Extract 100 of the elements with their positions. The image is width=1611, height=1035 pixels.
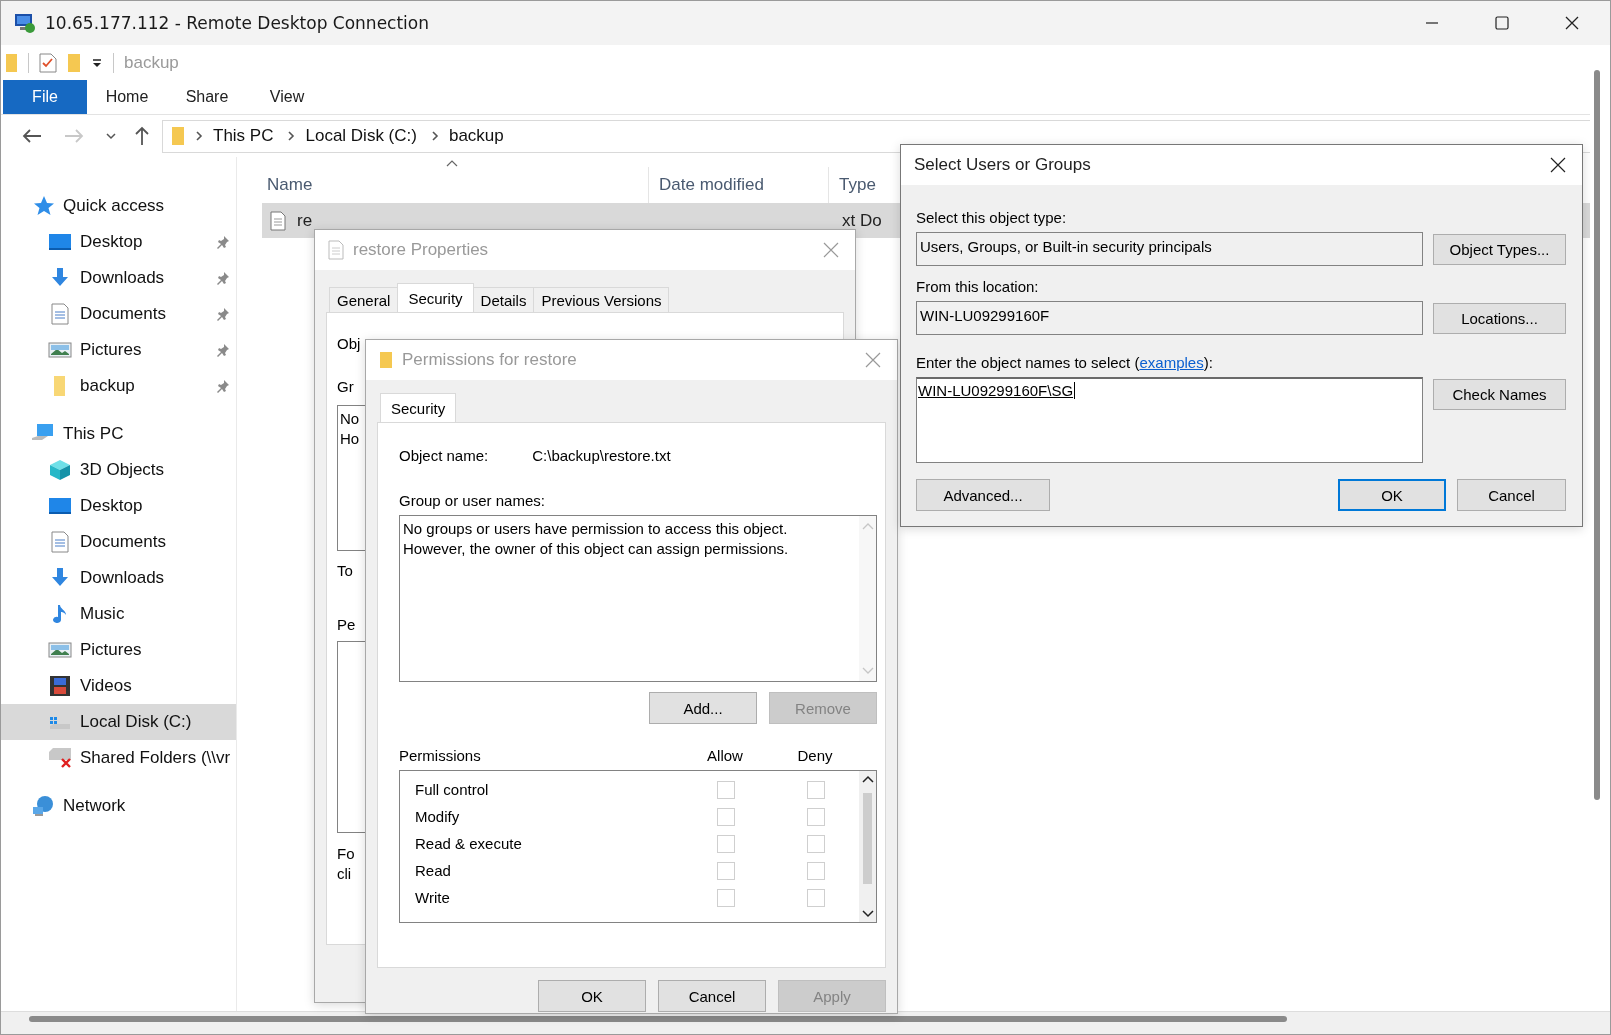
ribbon-tab[interactable]: View [247, 80, 327, 114]
pin-icon[interactable] [216, 343, 230, 357]
nav-item[interactable]: Shared Folders (\\vr [1, 740, 236, 776]
nav-item[interactable]: Downloads [1, 560, 236, 596]
network-icon [31, 795, 55, 817]
column-header: Allow [706, 747, 744, 764]
add-button[interactable]: Add... [649, 692, 757, 724]
maximize-icon[interactable] [1494, 15, 1510, 31]
disconnected-drive-icon [48, 747, 72, 769]
text-file-icon [328, 240, 344, 260]
nav-item[interactable]: Local Disk (C:) [1, 704, 236, 740]
field-label: Pe [337, 616, 356, 633]
tab[interactable]: Previous Versions [533, 287, 670, 312]
chevron-right-icon[interactable] [195, 130, 203, 142]
object-names-field[interactable]: WIN-LU09299160F\SG [916, 377, 1423, 463]
cancel-button[interactable]: Cancel [1457, 479, 1566, 511]
ribbon-tab[interactable]: Home [87, 80, 167, 114]
dialog-button[interactable]: Cancel [658, 980, 766, 1012]
ribbon-tab[interactable]: File [3, 80, 87, 114]
nav-item[interactable]: Network [1, 788, 236, 824]
scroll-up-icon[interactable] [861, 775, 874, 783]
field-label: Group or user names: [399, 492, 545, 509]
hint-text: To [337, 562, 353, 579]
allow-checkbox[interactable] [717, 780, 735, 799]
nav-item[interactable]: Quick access [1, 188, 236, 224]
nav-item[interactable]: Pictures [1, 632, 236, 668]
column-header: Permissions [399, 747, 482, 764]
column-header: Deny [796, 747, 834, 764]
deny-checkbox[interactable] [807, 834, 825, 853]
checklist-icon[interactable] [39, 52, 57, 73]
ok-button[interactable]: OK [1338, 479, 1446, 511]
scrollbar-thumb[interactable] [1594, 70, 1600, 800]
dialog-title: Permissions for restore [402, 350, 577, 370]
window-location: backup [124, 52, 179, 73]
ribbon-tab[interactable]: Share [167, 80, 247, 114]
tab[interactable]: General [329, 287, 399, 312]
locations-button[interactable]: Locations... [1433, 303, 1566, 334]
sort-caret-icon [446, 160, 458, 167]
chevron-down-icon[interactable] [106, 132, 116, 140]
scroll-down-icon[interactable] [861, 910, 874, 918]
allow-checkbox[interactable] [717, 834, 735, 853]
picture-icon [48, 339, 72, 361]
star-icon [31, 195, 55, 217]
pin-icon[interactable] [216, 307, 230, 321]
list-text: No [340, 409, 360, 429]
nav-item[interactable]: Music [1, 596, 236, 632]
nav-item[interactable]: Documents [1, 524, 236, 560]
deny-checkbox[interactable] [807, 861, 825, 880]
deny-checkbox[interactable] [807, 807, 825, 826]
nav-item[interactable]: Videos [1, 668, 236, 704]
field-label: From this location: [916, 278, 1039, 295]
allow-checkbox[interactable] [717, 807, 735, 826]
chevron-right-icon[interactable] [430, 130, 439, 142]
allow-checkbox[interactable] [717, 861, 735, 880]
up-arrow-icon[interactable] [134, 126, 150, 146]
field-label: Gr [337, 378, 354, 395]
field-label: Enter the object names to select (examples): [916, 354, 1213, 371]
pin-icon[interactable] [216, 271, 230, 285]
dialog-button[interactable]: OK [538, 980, 646, 1012]
pin-icon[interactable] [216, 235, 230, 249]
nav-item[interactable]: Desktop [1, 488, 236, 524]
chevron-right-icon[interactable] [287, 130, 296, 142]
examples-link[interactable]: examples [1139, 354, 1204, 371]
monitor-icon [48, 495, 72, 517]
dialog-title: restore Properties [353, 240, 489, 260]
breadcrumb[interactable]: This PC [213, 126, 274, 146]
column-header[interactable]: Name [262, 167, 648, 203]
tab[interactable]: Security [397, 283, 474, 312]
scrollbar-thumb[interactable] [29, 1016, 1287, 1022]
monitor-icon [14, 12, 36, 34]
nav-item[interactable]: Pictures [1, 332, 236, 368]
cube-icon [48, 459, 72, 481]
deny-checkbox[interactable] [807, 888, 825, 907]
nav-item[interactable]: Downloads [1, 260, 236, 296]
breadcrumb[interactable]: backup [448, 126, 504, 146]
nav-item[interactable]: backup [1, 368, 236, 404]
scrollbar-thumb[interactable] [863, 793, 872, 884]
deny-checkbox[interactable] [807, 780, 825, 799]
permission-name: Modify [414, 808, 461, 825]
dropdown-icon[interactable] [91, 56, 103, 69]
breadcrumb[interactable]: Local Disk (C:) [305, 126, 417, 146]
close-icon[interactable] [1564, 15, 1580, 31]
tab[interactable]: Security [380, 393, 457, 422]
advanced-button[interactable]: Advanced... [916, 479, 1050, 511]
nav-item[interactable]: This PC [1, 416, 236, 452]
allow-checkbox[interactable] [717, 888, 735, 907]
document-icon [48, 303, 72, 325]
location-field: WIN-LU09299160F [916, 301, 1423, 335]
object-types-button[interactable]: Object Types... [1433, 234, 1566, 265]
picture-icon [48, 639, 72, 661]
nav-item[interactable]: Documents [1, 296, 236, 332]
back-arrow-icon[interactable] [22, 128, 42, 144]
close-icon[interactable] [1550, 157, 1566, 173]
pin-icon[interactable] [216, 379, 230, 393]
nav-item[interactable]: 3D Objects [1, 452, 236, 488]
horizontal-scrollbar[interactable] [1, 1011, 1610, 1034]
permission-name: Read [414, 862, 452, 879]
nav-item[interactable]: Desktop [1, 224, 236, 260]
check-names-button[interactable]: Check Names [1433, 379, 1566, 410]
text-file-icon [270, 210, 286, 231]
